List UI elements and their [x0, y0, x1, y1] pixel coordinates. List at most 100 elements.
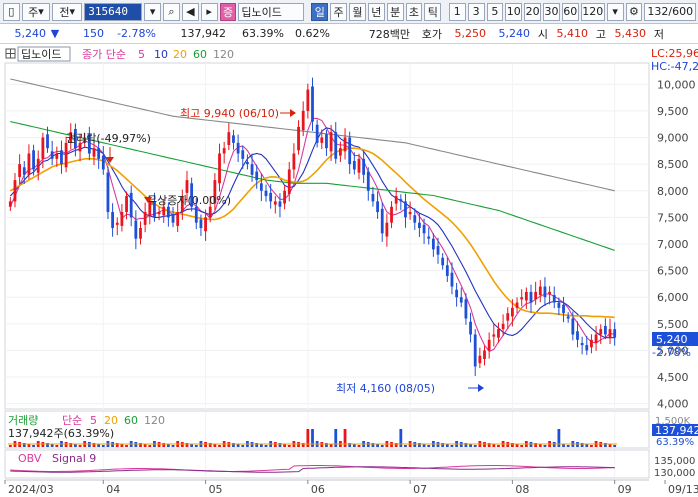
period-tick-tab[interactable]: 틱: [424, 2, 442, 21]
count-input[interactable]: 132/600: [644, 2, 697, 21]
low-annotation: 최저 4,160 (08/05): [336, 382, 435, 395]
candle-body: [292, 153, 296, 170]
high-label: 고: [595, 27, 606, 41]
period-minute-tab[interactable]: 분: [386, 2, 404, 21]
candle-body: [55, 153, 59, 159]
settings-icon[interactable]: ⚙: [625, 2, 643, 21]
candle-body: [13, 180, 17, 202]
ma20-label: 20: [173, 48, 187, 61]
candle-body: [171, 214, 175, 223]
high-price: 5,430: [614, 27, 647, 40]
period-week-tab[interactable]: 주: [330, 2, 348, 21]
turnover-pct: 0.62%: [295, 27, 330, 40]
interval-60[interactable]: 60: [561, 2, 579, 21]
candle-body: [264, 190, 268, 197]
candle-body: [543, 286, 547, 298]
ma5-label: 5: [138, 48, 145, 61]
y-tick-label: 9,500: [657, 105, 689, 118]
candle-body: [218, 153, 221, 184]
period-second-tab[interactable]: 초: [405, 2, 423, 21]
candle-body: [101, 155, 105, 170]
candle-body: [404, 201, 407, 218]
chart-type-icon[interactable]: ▯: [3, 2, 20, 21]
volume-ma-label: 단순: [62, 414, 82, 427]
volume-bar: [171, 445, 175, 447]
candle-body: [120, 212, 124, 226]
bonus-annotation: 무상증자(0.00%): [147, 194, 231, 207]
candle-body: [27, 153, 31, 175]
volume-bar: [264, 445, 268, 447]
interval-120[interactable]: 120: [580, 2, 605, 21]
y-tick-label: 7,500: [657, 211, 689, 224]
candle-body: [394, 196, 398, 204]
candle-body: [418, 222, 421, 229]
market-filter-label: 전: [59, 5, 70, 19]
candle-body: [608, 329, 612, 338]
interval-5[interactable]: 5: [486, 2, 504, 21]
y-tick-label: 7,000: [657, 238, 689, 251]
market-filter-select[interactable]: 전 ▾: [52, 2, 83, 21]
prev-icon[interactable]: ▸: [200, 2, 218, 21]
period-year-tab[interactable]: 년: [367, 2, 385, 21]
candle-body: [273, 201, 277, 205]
candle-body: [32, 150, 35, 170]
down-arrow-icon: ▼: [50, 27, 60, 40]
x-tick-label: 09: [618, 483, 632, 496]
interval-10[interactable]: 10: [505, 2, 523, 21]
candle-body: [548, 291, 551, 295]
candle-body: [36, 158, 40, 173]
interval-20[interactable]: 20: [524, 2, 542, 21]
ma10-label: 10: [154, 48, 168, 61]
lc-label: LC:25,96: [651, 47, 698, 60]
candle-body: [259, 183, 263, 191]
candle-body: [18, 164, 22, 177]
volume-bar: [566, 445, 570, 447]
open-price: 5,410: [556, 27, 589, 40]
interval-30[interactable]: 30: [543, 2, 560, 21]
candle-body: [408, 212, 412, 215]
vol-ma5-label: 5: [90, 414, 97, 427]
volume-bar: [241, 445, 245, 447]
volume-bar: [218, 445, 221, 447]
y-tick-label: 8,000: [657, 185, 689, 198]
candle-body: [129, 192, 133, 218]
obv-tick-2: 130,000: [654, 468, 695, 479]
volume-bar: [543, 445, 547, 447]
volume-bar: [497, 445, 500, 447]
bid-price: 5,240: [498, 27, 531, 40]
volume-bar: [148, 445, 152, 447]
candle-body: [125, 196, 128, 213]
candle-body: [371, 193, 375, 202]
candle-body: [157, 212, 161, 215]
candle-body: [232, 135, 235, 143]
candle-body: [362, 158, 366, 175]
interval-more-icon[interactable]: ▾: [606, 2, 624, 21]
obv-tick-1: 135,000: [654, 456, 695, 467]
interval-1[interactable]: 1: [448, 2, 466, 21]
candle-body: [603, 325, 607, 335]
interval-3[interactable]: 3: [467, 2, 485, 21]
y-tick-label: 9,000: [657, 132, 689, 145]
candle-body: [139, 228, 142, 239]
period-day-tab[interactable]: 일: [311, 2, 329, 21]
search-icon[interactable]: ⌕: [163, 2, 180, 21]
volume-label: 거래량: [8, 414, 38, 427]
market-select[interactable]: 주 ▾: [21, 2, 51, 21]
volume-bar: [78, 445, 82, 447]
volume-icon[interactable]: ◀: [181, 2, 199, 21]
candle-body: [357, 158, 361, 173]
candle-body: [529, 291, 533, 303]
candle-body: [473, 334, 477, 367]
rights-annotation: 권리락(-49,97%): [66, 132, 151, 145]
candle-body: [459, 297, 463, 303]
stock-chart[interactable]: 딥노이드 종가 단순 5 10 20 60 120 LC:25,96 HC:-4…: [0, 45, 698, 497]
candle-body: [469, 321, 472, 335]
period-month-tab[interactable]: 월: [349, 2, 366, 21]
candle-body: [301, 110, 305, 131]
volume-bar: [613, 445, 617, 447]
dropdown-icon[interactable]: ▾: [144, 2, 162, 21]
ask-price: 5,250: [454, 27, 487, 40]
code-input[interactable]: 315640: [84, 2, 143, 21]
candle-body: [278, 201, 282, 207]
price-badge-pct: -2.78%: [652, 346, 691, 359]
